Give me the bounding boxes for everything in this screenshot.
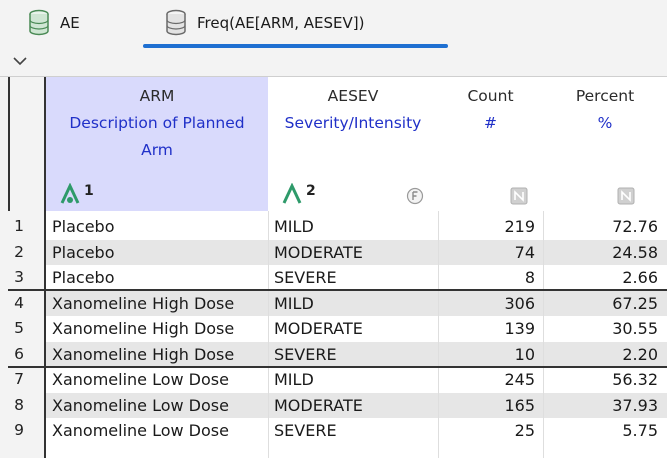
tab-ae-label: AE [60, 14, 80, 32]
column-name: AESEV [327, 87, 379, 105]
tab-freq[interactable]: Freq(AE[ARM, AESEV]) [165, 0, 364, 46]
table-row[interactable]: 2 Placebo MODERATE 74 24.58 [0, 239, 667, 265]
column-header-count[interactable]: Count # [438, 77, 544, 211]
row-cells: Placebo SEVERE 8 2.66 [46, 265, 667, 291]
table-row[interactable]: 3 Placebo SEVERE 8 2.66 [0, 265, 667, 291]
cell-arm[interactable]: Xanomeline Low Dose [52, 418, 229, 443]
table-row[interactable]: 5 Xanomeline High Dose MODERATE 139 30.5… [0, 316, 667, 342]
cell-count[interactable]: 8 [438, 265, 535, 290]
role-index: 2 [306, 183, 316, 199]
active-tab-indicator [143, 44, 448, 48]
row-number: 1 [14, 217, 24, 235]
cell-aesev[interactable]: MODERATE [274, 240, 363, 265]
cell-aesev[interactable]: SEVERE [274, 418, 337, 443]
cell-arm[interactable]: Xanomeline High Dose [52, 316, 234, 341]
row-cells: Xanomeline Low Dose SEVERE 25 5.75 [46, 418, 667, 444]
table-row[interactable]: 8 Xanomeline Low Dose MODERATE 165 37.93 [0, 392, 667, 418]
column-divider [438, 211, 439, 458]
row-cells: Xanomeline Low Dose MODERATE 165 37.93 [46, 392, 667, 418]
column-label-line: Description of Planned [69, 114, 245, 132]
row-cells: Placebo MILD 219 72.76 [46, 214, 667, 240]
row-number: 5 [14, 319, 24, 337]
cell-percent[interactable]: 2.66 [543, 265, 658, 290]
tab-ae[interactable]: AE [28, 0, 80, 46]
column-name: Percent [575, 87, 635, 105]
cell-aesev[interactable]: MODERATE [274, 393, 363, 418]
cell-count[interactable]: 165 [438, 393, 535, 418]
cell-aesev[interactable]: SEVERE [274, 265, 337, 290]
column-divider [268, 211, 269, 458]
data-grid: ARM Description of Planned Arm 1 AESEV S… [0, 76, 667, 458]
cell-percent[interactable]: 30.55 [543, 316, 658, 341]
numeric-type-icon [510, 187, 528, 205]
column-divider [543, 211, 544, 458]
row-number: 7 [14, 370, 24, 388]
column-header-arm[interactable]: ARM Description of Planned Arm 1 [46, 77, 269, 211]
cell-count[interactable]: 10 [438, 342, 535, 367]
table-row[interactable]: 9 Xanomeline Low Dose SEVERE 25 5.75 [0, 418, 667, 444]
data-table-icon [29, 9, 49, 36]
cell-percent[interactable]: 56.32 [543, 367, 658, 392]
tab-freq-label: Freq(AE[ARM, AESEV]) [197, 14, 365, 32]
group-separator [8, 366, 667, 368]
row-number: 4 [14, 293, 24, 312]
data-table-icon [166, 9, 186, 36]
formula-icon [406, 187, 424, 205]
cell-arm[interactable]: Placebo [52, 214, 114, 239]
cell-aesev[interactable]: MILD [274, 367, 314, 392]
table-row[interactable]: 6 Xanomeline High Dose SEVERE 10 2.20 [0, 341, 667, 367]
column-header-percent[interactable]: Percent % [543, 77, 667, 211]
cell-percent[interactable]: 37.93 [543, 393, 658, 418]
row-number: 3 [14, 268, 24, 286]
cell-aesev[interactable]: MILD [274, 214, 314, 239]
cell-aesev[interactable]: MODERATE [274, 316, 363, 341]
group-separator [8, 289, 667, 291]
column-header-aesev[interactable]: AESEV Severity/Intensity 2 [268, 77, 439, 211]
cell-count[interactable]: 25 [438, 418, 535, 443]
numeric-type-icon [617, 187, 635, 205]
row-cells: Xanomeline Low Dose MILD 245 56.32 [46, 367, 667, 393]
row-cells: Placebo MODERATE 74 24.58 [46, 239, 667, 265]
role-index: 1 [84, 183, 94, 199]
cell-arm[interactable]: Xanomeline High Dose [52, 291, 234, 316]
cell-arm[interactable]: Xanomeline High Dose [52, 342, 234, 367]
row-cells: Xanomeline High Dose MILD 306 67.25 [46, 290, 667, 316]
cell-percent[interactable]: 72.76 [543, 214, 658, 239]
row-cells: Xanomeline High Dose SEVERE 10 2.20 [46, 341, 667, 367]
chevron-down-icon[interactable] [10, 52, 30, 70]
row-cells: Xanomeline High Dose MODERATE 139 30.55 [46, 316, 667, 342]
row-number: 8 [14, 395, 24, 414]
cell-count[interactable]: 245 [438, 367, 535, 392]
table-row[interactable]: 7 Xanomeline Low Dose MILD 245 56.32 [0, 367, 667, 393]
cell-percent[interactable]: 5.75 [543, 418, 658, 443]
cell-count[interactable]: 139 [438, 316, 535, 341]
cell-aesev[interactable]: MILD [274, 291, 314, 316]
tab-bar: AE Freq(AE[ARM, AESEV]) [0, 0, 667, 48]
cell-aesev[interactable]: SEVERE [274, 342, 337, 367]
grid-corner[interactable] [8, 77, 46, 211]
column-label-line: Severity/Intensity [284, 114, 422, 132]
cell-arm[interactable]: Placebo [52, 265, 114, 290]
cell-count[interactable]: 306 [438, 291, 535, 316]
row-number: 6 [14, 344, 24, 363]
cell-count[interactable]: 74 [438, 240, 535, 265]
cell-percent[interactable]: 67.25 [543, 291, 658, 316]
column-label-line: Arm [141, 141, 173, 159]
column-label-line: % [597, 114, 613, 132]
y-role-icon [282, 183, 302, 204]
cell-percent[interactable]: 24.58 [543, 240, 658, 265]
column-label-line: # [484, 114, 497, 132]
cell-percent[interactable]: 2.20 [543, 342, 658, 367]
column-name: ARM [139, 87, 175, 105]
x-role-icon [60, 183, 80, 204]
cell-arm[interactable]: Xanomeline Low Dose [52, 393, 229, 418]
table-row[interactable]: 4 Xanomeline High Dose MILD 306 67.25 [0, 290, 667, 316]
table-row[interactable]: 1 Placebo MILD 219 72.76 [0, 214, 667, 240]
column-name: Count [467, 87, 514, 105]
cell-arm[interactable]: Placebo [52, 240, 114, 265]
row-number: 9 [14, 421, 24, 439]
row-number: 2 [14, 242, 24, 261]
cell-arm[interactable]: Xanomeline Low Dose [52, 367, 229, 392]
cell-count[interactable]: 219 [438, 214, 535, 239]
